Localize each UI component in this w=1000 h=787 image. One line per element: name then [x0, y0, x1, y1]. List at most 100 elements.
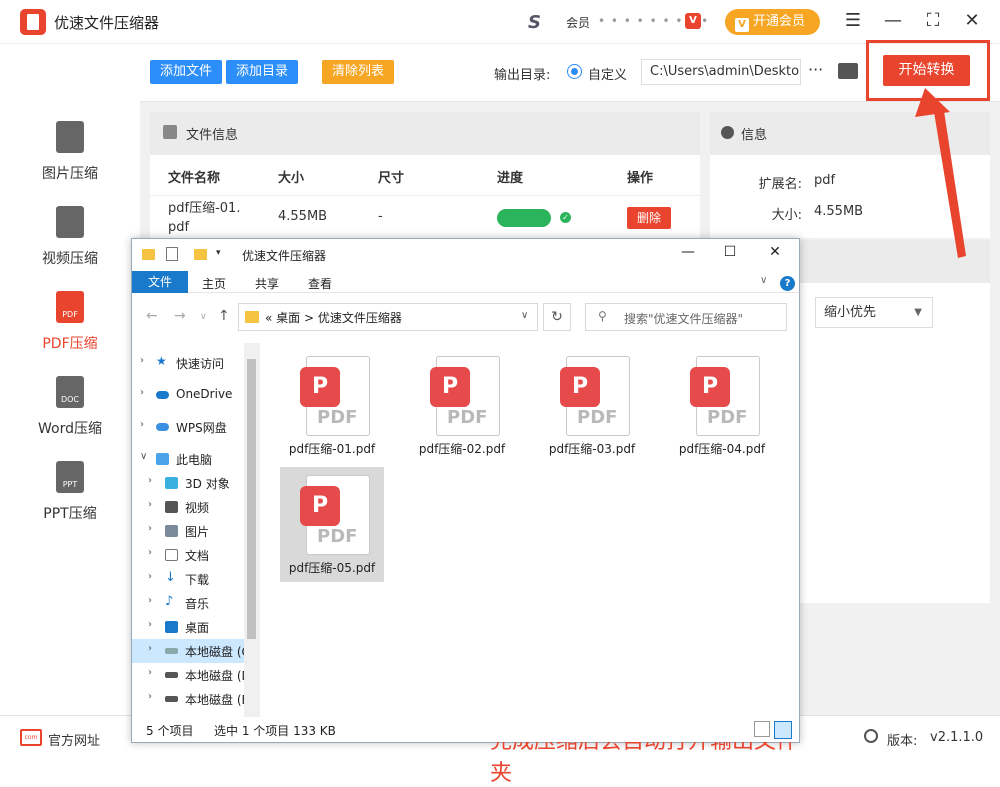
- nav-item-drive-e[interactable]: › 本地磁盘 (E:): [132, 687, 260, 711]
- tab-file[interactable]: 文件: [132, 271, 188, 293]
- open-vip-label: 开通会员: [753, 14, 806, 29]
- more-options-button[interactable]: ···: [808, 60, 823, 79]
- tab-share[interactable]: 共享: [255, 275, 279, 292]
- minimize-icon[interactable]: —: [881, 10, 905, 31]
- nav-label: 桌面: [185, 621, 210, 635]
- file-name: pdf压缩-05.pdf: [288, 561, 376, 575]
- folder-icon: [142, 249, 155, 260]
- chevron-down-icon: ▼: [914, 307, 922, 318]
- nav-label: 3D 对象: [185, 477, 230, 491]
- sidebar-item-ppt[interactable]: PPT PPT压缩: [0, 461, 140, 541]
- refresh-icon[interactable]: ↻: [543, 303, 571, 331]
- nav-item-desktop[interactable]: › 桌面: [132, 615, 260, 639]
- file-item[interactable]: P PDF pdf压缩-02.pdf: [410, 348, 514, 463]
- large-icons-view-icon[interactable]: [774, 721, 792, 739]
- pdf-file-icon: P PDF: [300, 475, 370, 555]
- nav-item-3d[interactable]: › 3D 对象: [132, 471, 260, 495]
- clear-list-button[interactable]: 清除列表: [322, 60, 394, 84]
- customize-dropdown-icon[interactable]: ▾: [216, 248, 221, 258]
- properties-icon[interactable]: [166, 247, 178, 261]
- sidebar-item-word[interactable]: DOC Word压缩: [0, 376, 140, 456]
- file-item[interactable]: P PDF pdf压缩-03.pdf: [540, 348, 644, 463]
- minimize-icon[interactable]: —: [678, 244, 698, 260]
- nav-item-drive-d[interactable]: › 本地磁盘 (D:): [132, 663, 260, 687]
- nav-item-quick-access[interactable]: › ★ 快速访问: [132, 351, 260, 375]
- maximize-icon[interactable]: ☐: [720, 244, 740, 260]
- selection-info: 选中 1 个项目 133 KB: [214, 724, 336, 738]
- info-title: 信息: [741, 128, 768, 143]
- file-item[interactable]: P PDF pdf压缩-04.pdf: [670, 348, 774, 463]
- nav-item-pictures[interactable]: › 图片: [132, 519, 260, 543]
- files-pane: P PDF pdf压缩-01.pdf P PDF pdf压缩-02.pdf P PDF…: [260, 343, 799, 786]
- desktop-icon: [165, 621, 178, 633]
- help-icon[interactable]: ?: [780, 276, 795, 291]
- file-name: pdf压缩-01.pdf: [288, 442, 376, 456]
- breadcrumb-overflow[interactable]: «: [265, 311, 272, 325]
- column-header-progress: 进度: [497, 171, 524, 186]
- fullscreen-icon[interactable]: ⛶: [921, 10, 945, 31]
- details-view-icon[interactable]: [754, 721, 770, 737]
- nav-item-downloads[interactable]: › ↓ 下载: [132, 567, 260, 591]
- doc-file-icon: DOC: [56, 376, 84, 408]
- tab-view[interactable]: 查看: [308, 275, 332, 292]
- image-icon: [163, 125, 177, 139]
- search-icon: ⚲: [598, 309, 607, 323]
- tab-home[interactable]: 主页: [202, 275, 226, 292]
- nav-item-music[interactable]: › ♪ 音乐: [132, 591, 260, 615]
- compress-mode-select[interactable]: 缩小优先 ▼: [815, 297, 933, 328]
- output-path-input[interactable]: C:\Users\admin\Desktop: [641, 59, 801, 85]
- nav-label: 图片: [185, 525, 210, 539]
- file-item[interactable]: P PDF pdf压缩-01.pdf: [280, 348, 384, 463]
- nav-label: 快速访问: [176, 357, 225, 371]
- add-file-button[interactable]: 添加文件: [150, 60, 222, 84]
- search-placeholder: 搜索"优速文件压缩器": [624, 312, 744, 326]
- app-logo-icon: [20, 9, 46, 35]
- cube-icon: [165, 477, 178, 489]
- up-icon[interactable]: ↑: [218, 308, 230, 324]
- scrollbar-thumb[interactable]: [247, 359, 256, 639]
- file-item-selected[interactable]: P PDF pdf压缩-05.pdf: [280, 467, 384, 582]
- nav-item-onedrive[interactable]: › OneDrive: [132, 383, 260, 407]
- back-icon[interactable]: ←: [146, 308, 158, 324]
- open-vip-button[interactable]: V 开通会员: [725, 9, 820, 35]
- sidebar-item-pdf[interactable]: PDF PDF压缩: [0, 291, 140, 371]
- sidebar-item-label: PPT压缩: [43, 506, 97, 522]
- custom-radio-label: 自定义: [588, 68, 628, 83]
- close-icon[interactable]: ✕: [960, 10, 984, 31]
- sidebar-item-image[interactable]: 图片压缩: [0, 121, 140, 201]
- ribbon-expand-icon[interactable]: ∨: [760, 275, 767, 286]
- cloud-icon: [156, 391, 169, 399]
- forward-icon[interactable]: →: [174, 308, 186, 324]
- file-dims-cell: -: [378, 209, 383, 224]
- nav-item-this-pc[interactable]: ∨ 此电脑: [132, 447, 260, 471]
- nav-item-drive-c[interactable]: › 本地磁盘 (C:): [132, 639, 260, 663]
- new-folder-icon[interactable]: [194, 249, 207, 260]
- add-directory-button[interactable]: 添加目录: [226, 60, 298, 84]
- breadcrumb-current[interactable]: 优速文件压缩器: [318, 311, 402, 325]
- search-input[interactable]: ⚲ 搜索"优速文件压缩器": [585, 303, 787, 331]
- folder-icon[interactable]: [838, 63, 858, 79]
- chevron-down-icon[interactable]: ∨: [521, 310, 528, 321]
- nav-label: 音乐: [185, 597, 210, 611]
- breadcrumb-desktop[interactable]: 桌面: [276, 311, 300, 325]
- address-bar[interactable]: « 桌面 > 优速文件压缩器 ∨: [238, 303, 538, 331]
- official-site-link[interactable]: 官方网址: [48, 730, 100, 749]
- start-convert-button[interactable]: 开始转换: [883, 55, 970, 86]
- sidebar-item-video[interactable]: 视频压缩: [0, 206, 140, 286]
- file-info-title: 文件信息: [186, 128, 239, 143]
- sidebar-item-label: Word压缩: [38, 421, 102, 437]
- nav-item-documents[interactable]: › 文档: [132, 543, 260, 567]
- close-icon[interactable]: ✕: [765, 244, 785, 260]
- menu-icon[interactable]: ☰: [841, 10, 865, 31]
- file-name: pdf压缩-04.pdf: [678, 442, 766, 456]
- version-label: 版本:: [887, 734, 918, 749]
- custom-radio[interactable]: [567, 64, 582, 79]
- nav-item-videos[interactable]: › 视频: [132, 495, 260, 519]
- nav-item-wps[interactable]: › WPS网盘: [132, 415, 260, 439]
- chevron-right-icon: ›: [140, 355, 144, 366]
- file-name: pdf压缩-03.pdf: [548, 442, 636, 456]
- download-icon: ↓: [165, 570, 176, 585]
- file-size-cell: 4.55MB: [278, 209, 328, 224]
- delete-button[interactable]: 删除: [627, 207, 671, 229]
- recent-locations-icon[interactable]: ∨: [200, 312, 207, 322]
